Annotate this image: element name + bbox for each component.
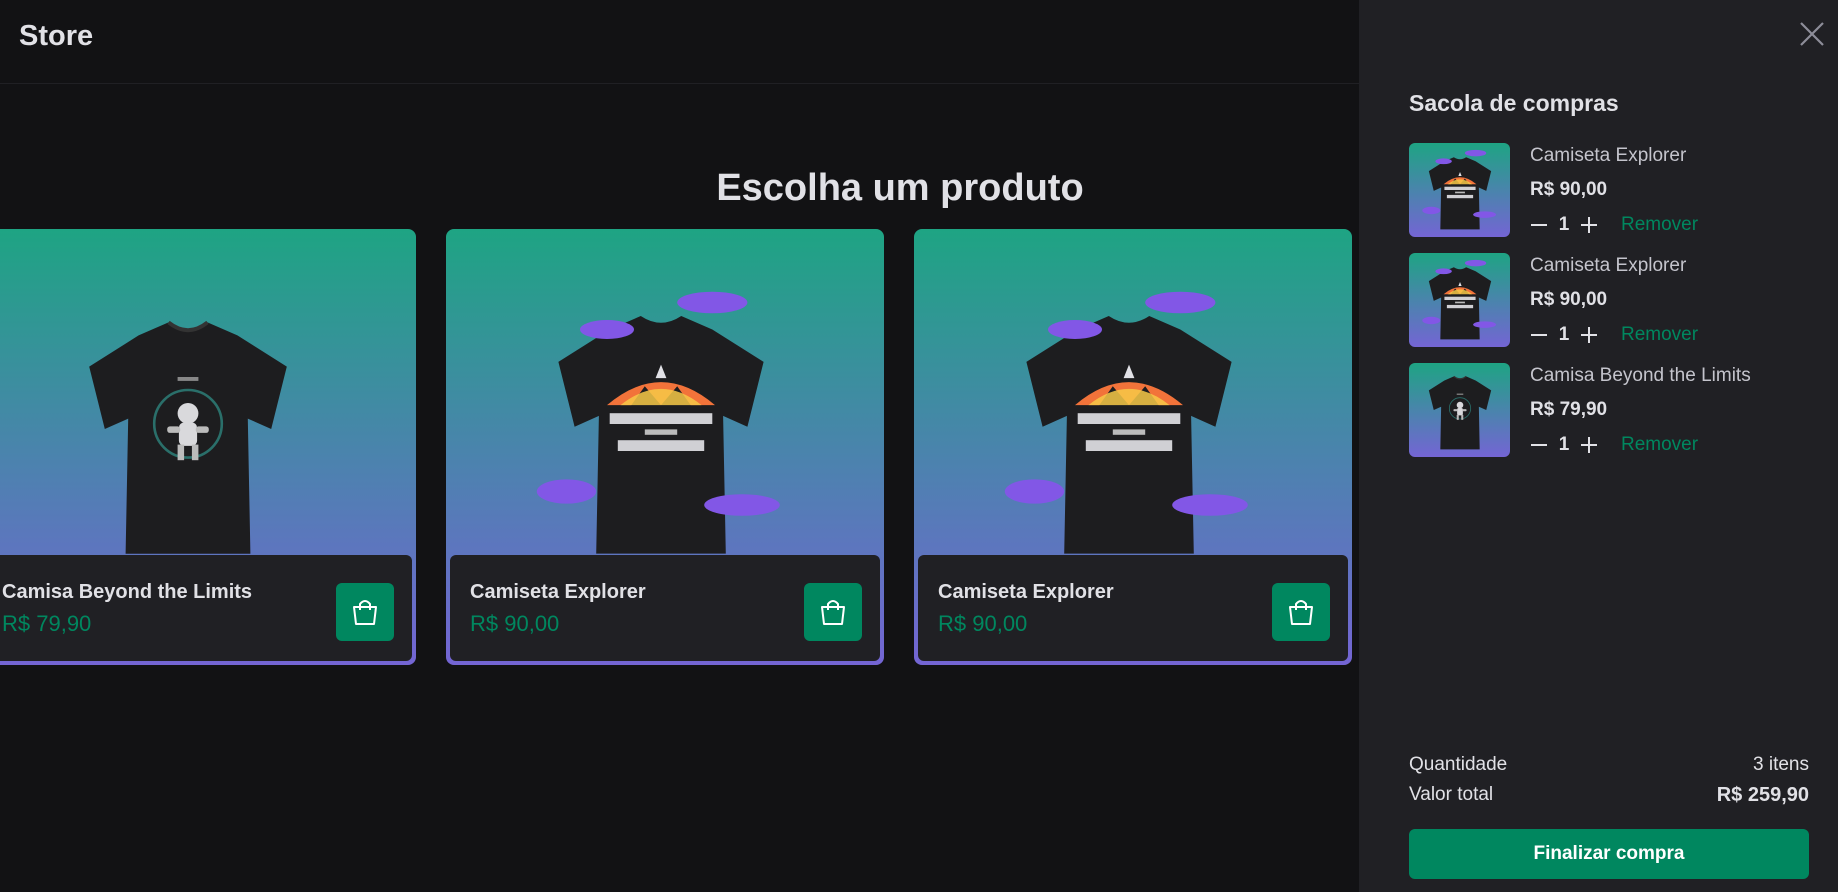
quantity-value: 1 [1558, 324, 1570, 345]
cart-item-price: R$ 90,00 [1530, 289, 1608, 310]
product-card-footer: Camiseta Explorer R$ 90,00 [918, 555, 1348, 661]
total-label: Valor total [1409, 784, 1494, 805]
top-header: Store [0, 0, 1360, 84]
plus-icon[interactable] [1580, 436, 1598, 454]
cart-item: Camiseta Explorer R$ 90,00 1 Remover [1409, 143, 1809, 237]
add-to-cart-button[interactable] [1272, 583, 1330, 641]
quantity-stepper: 1 [1530, 434, 1598, 456]
quantity-stepper: 1 [1530, 214, 1598, 236]
minus-icon[interactable] [1530, 436, 1548, 454]
add-to-cart-button[interactable] [804, 583, 862, 641]
minus-icon[interactable] [1530, 326, 1548, 344]
quantity-total: 3 itens [1753, 754, 1809, 775]
cart-item: Camisa Beyond the Limits R$ 79,90 1 Remo… [1409, 363, 1809, 457]
shopping-bag-icon [353, 600, 377, 625]
shopping-bag-icon [821, 600, 845, 625]
total-value: R$ 259,90 [1716, 784, 1809, 806]
remove-button[interactable]: Remover [1621, 434, 1698, 456]
product-name: Camiseta Explorer [938, 581, 1114, 603]
checkout-button[interactable]: Finalizar compra [1409, 829, 1809, 879]
product-name: Camiseta Explorer [470, 581, 646, 603]
page-title: Escolha um produto [716, 167, 1084, 209]
product-card[interactable]: Camisa Beyond the Limits R$ 79,90 [0, 229, 416, 665]
cart-item-image [1409, 253, 1510, 347]
cart-item-price: R$ 90,00 [1530, 179, 1608, 200]
quantity-value: 1 [1558, 434, 1570, 455]
cart-title: Sacola de compras [1409, 90, 1619, 116]
cart-item-image [1409, 143, 1510, 237]
quantity-label: Quantidade [1409, 754, 1508, 775]
plus-icon[interactable] [1580, 326, 1598, 344]
add-to-cart-button[interactable] [336, 583, 394, 641]
cart-item-name: Camisa Beyond the Limits [1530, 365, 1751, 386]
product-price: R$ 79,90 [2, 611, 92, 636]
quantity-summary: Quantidade 3 itens [1409, 754, 1809, 776]
total-summary: Valor total R$ 259,90 [1409, 784, 1809, 807]
cart-item-name: Camiseta Explorer [1530, 145, 1687, 166]
store-logo[interactable]: Store [19, 20, 93, 53]
shopping-bag-icon [1289, 600, 1313, 625]
quantity-value: 1 [1558, 214, 1570, 235]
shopping-cart-panel: Sacola de compras Camiseta Explorer R$ 9… [1359, 0, 1838, 892]
product-price: R$ 90,00 [938, 611, 1028, 636]
product-catalog: Escolha um produto Camisa Beyond the Lim… [0, 85, 1360, 892]
plus-icon[interactable] [1580, 216, 1598, 234]
product-card-footer: Camisa Beyond the Limits R$ 79,90 [0, 555, 412, 661]
remove-button[interactable]: Remover [1621, 324, 1698, 346]
minus-icon[interactable] [1530, 216, 1548, 234]
quantity-stepper: 1 [1530, 324, 1598, 346]
product-image [536, 291, 780, 554]
cart-item-price: R$ 79,90 [1530, 399, 1608, 420]
close-icon[interactable] [1798, 20, 1826, 48]
remove-button[interactable]: Remover [1621, 214, 1698, 236]
product-card[interactable]: Camiseta Explorer R$ 90,00 [446, 229, 884, 665]
cart-item-image [1409, 363, 1510, 457]
product-price: R$ 90,00 [470, 611, 560, 636]
cart-item-name: Camiseta Explorer [1530, 255, 1687, 276]
product-card-footer: Camiseta Explorer R$ 90,00 [450, 555, 880, 661]
cart-item: Camiseta Explorer R$ 90,00 1 Remover [1409, 253, 1809, 347]
product-image [87, 320, 289, 556]
product-card[interactable]: Camiseta Explorer R$ 90,00 [914, 229, 1352, 665]
product-name: Camisa Beyond the Limits [2, 581, 253, 603]
product-image [1004, 291, 1248, 554]
